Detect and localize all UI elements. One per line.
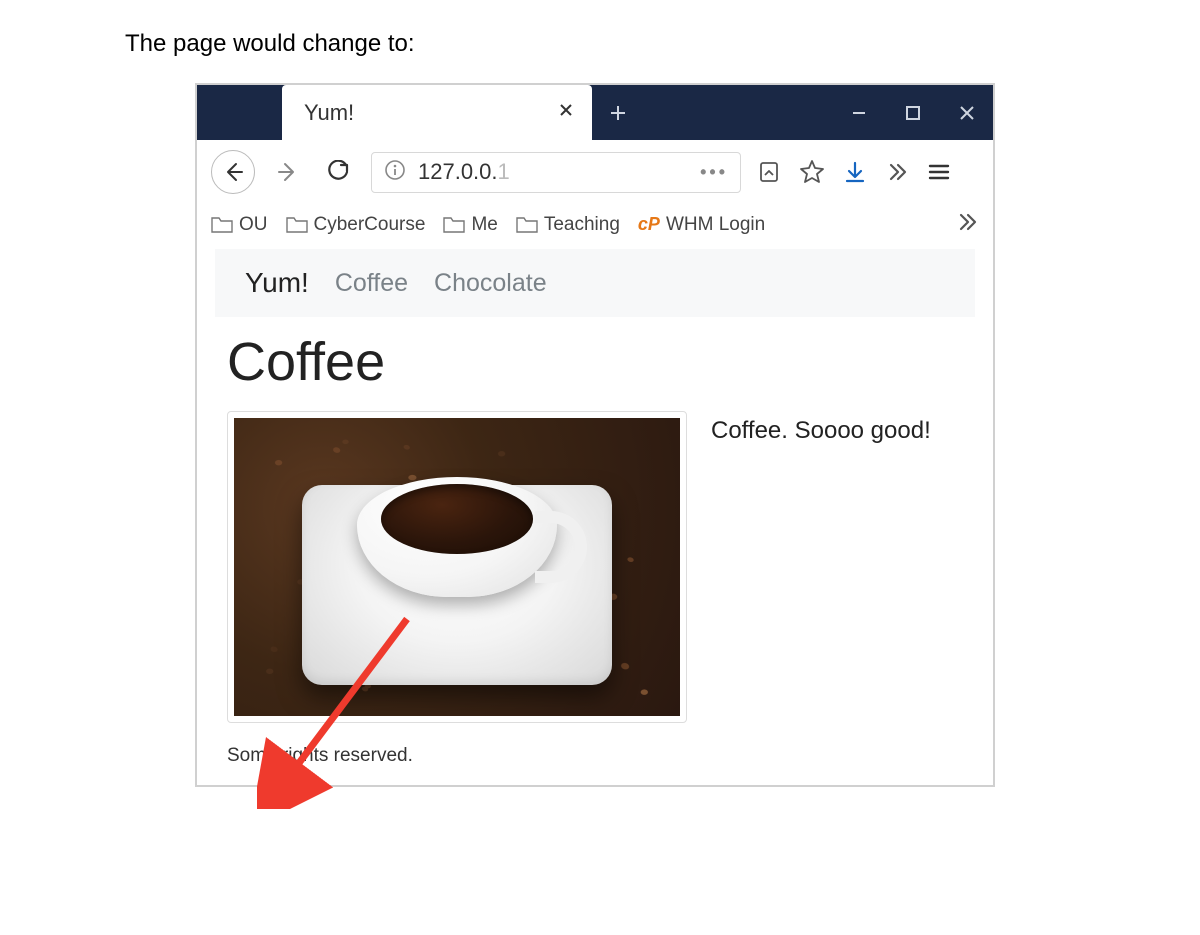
page-content: Coffee Coffee. Soooo good! — [197, 317, 993, 785]
titlebar-controls — [592, 85, 993, 140]
close-window-icon[interactable] — [953, 99, 981, 127]
maximize-icon[interactable] — [899, 99, 927, 127]
new-tab-icon[interactable] — [604, 99, 632, 127]
navlink-chocolate[interactable]: Chocolate — [434, 269, 547, 298]
bookmarks-bar: OU CyberCourse Me Teaching cP WHM Login — [197, 204, 993, 249]
bookmark-whm-login[interactable]: cP WHM Login — [638, 214, 765, 236]
reader-mode-icon[interactable] — [757, 160, 781, 184]
folder-icon — [211, 216, 233, 234]
navlink-coffee[interactable]: Coffee — [335, 269, 408, 298]
hamburger-menu-icon[interactable] — [927, 160, 951, 184]
bookmark-label: CyberCourse — [314, 214, 426, 236]
minimize-icon[interactable] — [845, 99, 873, 127]
bookmarks-overflow-icon[interactable] — [955, 210, 979, 239]
bookmark-teaching[interactable]: Teaching — [516, 214, 620, 236]
intro-caption: The page would change to: — [125, 30, 1180, 58]
nav-toolbar: 127.0.0.1 ••• — [197, 140, 993, 204]
page-viewport: Yum! Coffee Chocolate Coffee Coffee. Soo… — [197, 249, 993, 785]
url-text: 127.0.0.1 — [418, 159, 510, 185]
bookmark-me[interactable]: Me — [443, 214, 497, 236]
bookmark-cybercourse[interactable]: CyberCourse — [286, 214, 426, 236]
reload-button[interactable] — [321, 155, 355, 189]
bookmark-label: Me — [471, 214, 497, 236]
tab-title: Yum! — [304, 100, 354, 126]
downloads-icon[interactable] — [843, 160, 867, 184]
site-navbar: Yum! Coffee Chocolate — [215, 249, 975, 317]
overflow-icon[interactable] — [885, 160, 909, 184]
page-heading: Coffee — [227, 331, 963, 393]
address-bar[interactable]: 127.0.0.1 ••• — [371, 152, 741, 193]
titlebar-spacer — [197, 85, 282, 140]
folder-icon — [443, 216, 465, 234]
footer-text: Some rights reserved. — [227, 745, 963, 767]
bookmark-star-icon[interactable] — [799, 159, 825, 185]
browser-window: Yum! — [195, 83, 995, 787]
browser-tab[interactable]: Yum! — [282, 85, 592, 140]
page-actions-icon[interactable]: ••• — [700, 162, 728, 183]
folder-icon — [516, 216, 538, 234]
titlebar: Yum! — [197, 85, 993, 140]
bookmark-label: OU — [239, 214, 268, 236]
bookmark-ou[interactable]: OU — [211, 214, 268, 236]
bookmark-label: WHM Login — [666, 214, 765, 236]
site-brand[interactable]: Yum! — [245, 267, 309, 299]
forward-button[interactable] — [271, 155, 305, 189]
close-tab-icon[interactable] — [558, 101, 574, 124]
back-button[interactable] — [211, 150, 255, 194]
folder-icon — [286, 216, 308, 234]
image-caption: Coffee. Soooo good! — [711, 411, 931, 445]
coffee-image — [227, 411, 687, 723]
bookmark-label: Teaching — [544, 214, 620, 236]
cpanel-icon: cP — [638, 214, 660, 235]
site-info-icon[interactable] — [384, 159, 406, 186]
